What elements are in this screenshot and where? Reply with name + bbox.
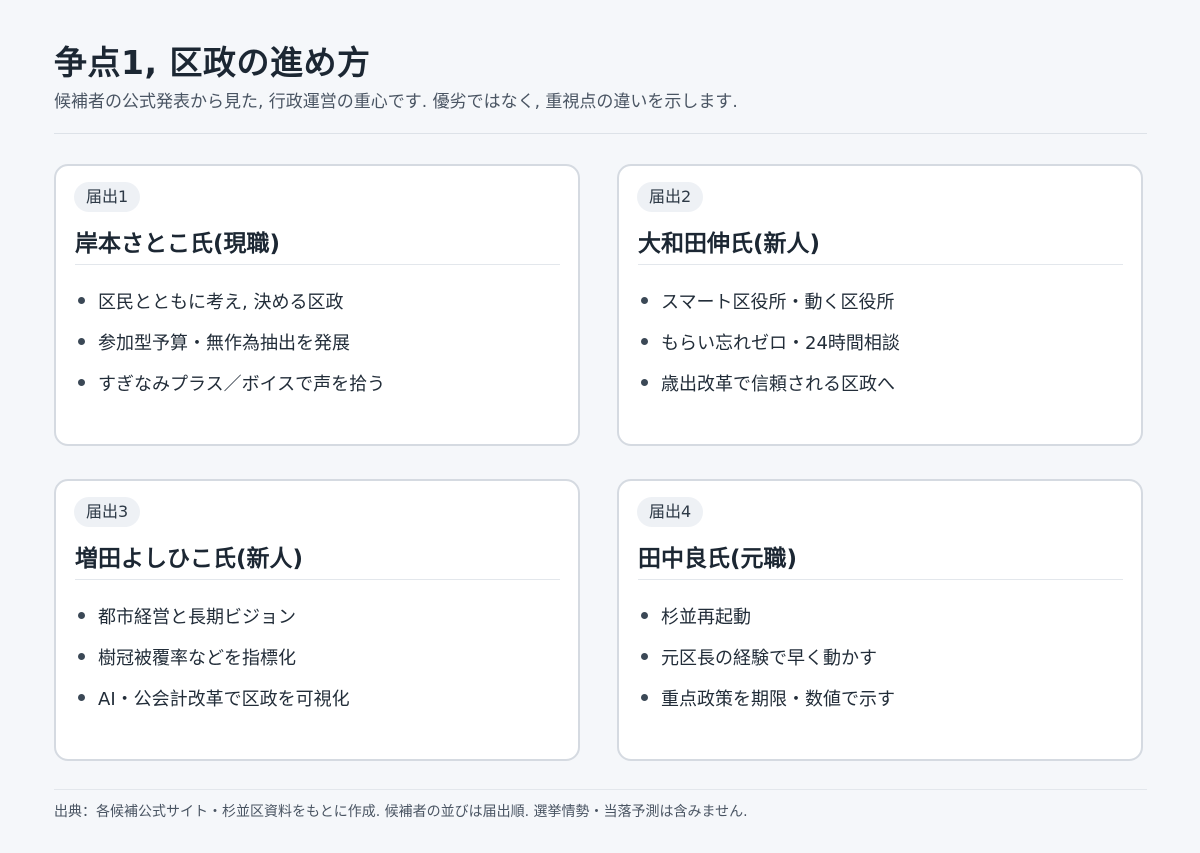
policy-item: 歳出改革で信頼される区政へ xyxy=(638,362,900,403)
candidate-card-3: 届出3 増田よしひこ氏(新人) 都市経営と長期ビジョン 樹冠被覆率などを指標化 … xyxy=(54,479,580,761)
bullet-icon xyxy=(641,653,648,660)
policy-item: すぎなみプラス／ボイスで声を拾う xyxy=(75,362,385,403)
policy-item: 杉並再起動 xyxy=(638,595,895,636)
page-subtitle: 候補者の公式発表から見た, 行政運営の重心です. 優劣ではなく, 重視点の違いを… xyxy=(54,92,738,112)
policy-item: 重点政策を期限・数値で示す xyxy=(638,677,895,718)
policy-item: 都市経営と長期ビジョン xyxy=(75,595,350,636)
card-divider xyxy=(638,579,1123,580)
policy-item: スマート区役所・動く区役所 xyxy=(638,280,900,321)
candidate-name: 田中良氏(元職) xyxy=(638,546,798,572)
bullet-icon xyxy=(78,338,85,345)
policy-item: もらい忘れゼロ・24時間相談 xyxy=(638,321,900,362)
page: 争点1, 区政の進め方 候補者の公式発表から見た, 行政運営の重心です. 優劣で… xyxy=(54,0,1147,853)
candidate-name: 岸本さとこ氏(現職) xyxy=(75,231,281,257)
policy-item: 元区長の経験で早く動かす xyxy=(638,636,895,677)
policy-text: AI・公会計改革で区政を可視化 xyxy=(98,688,350,710)
policy-text: 都市経営と長期ビジョン xyxy=(98,606,296,628)
policy-text: もらい忘れゼロ・24時間相談 xyxy=(661,332,900,354)
bullet-icon xyxy=(641,379,648,386)
policy-text: 参加型予算・無作為抽出を発展 xyxy=(98,332,350,354)
card-divider xyxy=(638,264,1123,265)
filing-number-badge: 届出1 xyxy=(74,182,141,212)
bullet-icon xyxy=(78,612,85,619)
policy-text: 重点政策を期限・数値で示す xyxy=(661,688,895,710)
candidate-name: 大和田伸氏(新人) xyxy=(638,231,821,257)
policy-item: 参加型予算・無作為抽出を発展 xyxy=(75,321,385,362)
bullet-icon xyxy=(78,297,85,304)
policy-item: 樹冠被覆率などを指標化 xyxy=(75,636,350,677)
filing-number-badge: 届出4 xyxy=(637,497,704,527)
policy-list: 杉並再起動 元区長の経験で早く動かす 重点政策を期限・数値で示す xyxy=(638,595,895,718)
source-footnote: 出典：各候補公式サイト・杉並区資料をもとに作成. 候補者の並びは届出順. 選挙情… xyxy=(54,804,748,820)
bullet-icon xyxy=(78,694,85,701)
policy-text: 歳出改革で信頼される区政へ xyxy=(661,373,895,395)
policy-list: 都市経営と長期ビジョン 樹冠被覆率などを指標化 AI・公会計改革で区政を可視化 xyxy=(75,595,350,718)
policy-text: 区民とともに考え, 決める区政 xyxy=(98,291,344,313)
policy-text: 杉並再起動 xyxy=(661,606,751,628)
candidate-name: 増田よしひこ氏(新人) xyxy=(75,546,304,572)
policy-text: スマート区役所・動く区役所 xyxy=(661,291,895,313)
policy-item: AI・公会計改革で区政を可視化 xyxy=(75,677,350,718)
bullet-icon xyxy=(641,297,648,304)
filing-number-badge: 届出3 xyxy=(74,497,141,527)
policy-list: 区民とともに考え, 決める区政 参加型予算・無作為抽出を発展 すぎなみプラス／ボ… xyxy=(75,280,385,403)
candidate-card-4: 届出4 田中良氏(元職) 杉並再起動 元区長の経験で早く動かす 重点政策を期限・… xyxy=(617,479,1143,761)
bullet-icon xyxy=(641,612,648,619)
bullet-icon xyxy=(78,653,85,660)
candidate-card-2: 届出2 大和田伸氏(新人) スマート区役所・動く区役所 もらい忘れゼロ・24時間… xyxy=(617,164,1143,446)
policy-text: 樹冠被覆率などを指標化 xyxy=(98,647,296,669)
card-divider xyxy=(75,579,560,580)
policy-text: 元区長の経験で早く動かす xyxy=(661,647,877,669)
candidate-card-1: 届出1 岸本さとこ氏(現職) 区民とともに考え, 決める区政 参加型予算・無作為… xyxy=(54,164,580,446)
filing-number-badge: 届出2 xyxy=(637,182,704,212)
header-divider xyxy=(54,133,1147,134)
page-title: 争点1, 区政の進め方 xyxy=(54,43,371,82)
policy-text: すぎなみプラス／ボイスで声を拾う xyxy=(98,373,386,395)
bullet-icon xyxy=(78,379,85,386)
policy-item: 区民とともに考え, 決める区政 xyxy=(75,280,385,321)
bullet-icon xyxy=(641,694,648,701)
card-divider xyxy=(75,264,560,265)
policy-list: スマート区役所・動く区役所 もらい忘れゼロ・24時間相談 歳出改革で信頼される区… xyxy=(638,280,900,403)
bullet-icon xyxy=(641,338,648,345)
footer-divider xyxy=(54,789,1147,790)
